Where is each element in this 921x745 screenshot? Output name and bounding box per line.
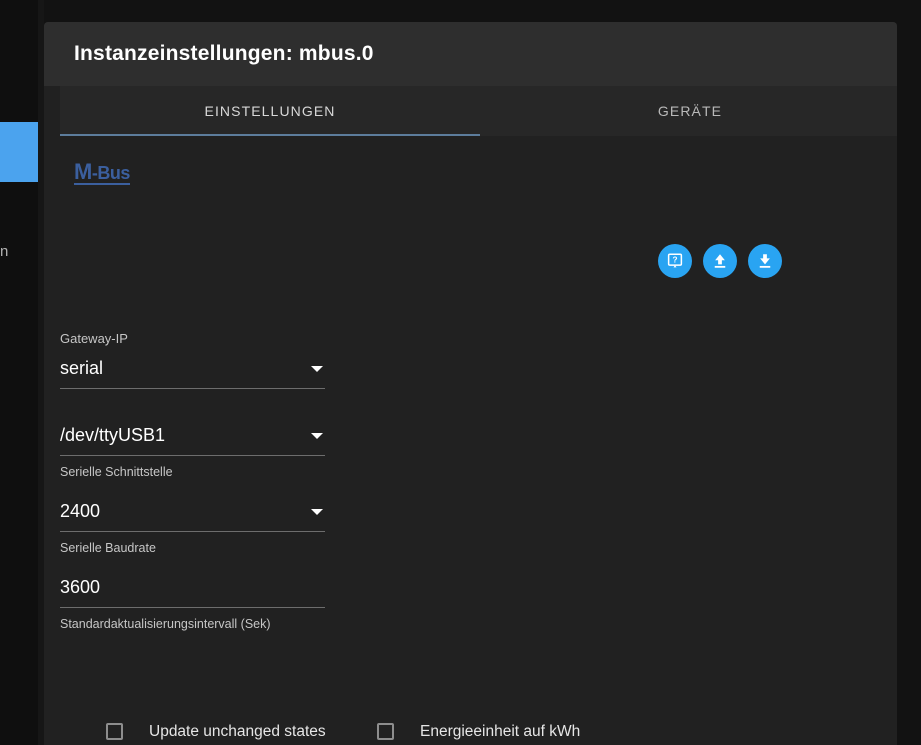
- mbus-logo-text: -Bus: [91, 162, 131, 183]
- baudrate-select[interactable]: [60, 501, 325, 532]
- field-baudrate: Serielle Baudrate: [60, 501, 325, 555]
- sidebar-item-selected[interactable]: [0, 122, 38, 182]
- gateway-ip-select[interactable]: [60, 358, 325, 389]
- action-button-group: ?: [658, 244, 782, 278]
- chevron-down-icon[interactable]: [311, 365, 323, 372]
- gateway-ip-value[interactable]: [60, 358, 270, 379]
- serial-port-value[interactable]: [60, 425, 270, 446]
- panel-header: Instanzeinstellungen: mbus.0: [44, 22, 897, 86]
- checkbox-update-unchanged-states-label: Update unchanged states: [149, 723, 326, 740]
- tab-bar: EINSTELLUNGEN GERÄTE: [60, 86, 897, 136]
- tab-settings[interactable]: EINSTELLUNGEN: [60, 86, 480, 136]
- field-gateway-ip: Gateway-IP: [60, 331, 325, 389]
- serial-port-select[interactable]: [60, 425, 325, 456]
- tab-settings-label: EINSTELLUNGEN: [204, 103, 336, 119]
- top-background-strip: [44, 0, 921, 14]
- field-serial-port: Serielle Schnittstelle: [60, 425, 325, 479]
- upload-icon: [714, 254, 726, 268]
- upload-button[interactable]: [703, 244, 737, 278]
- checkbox-box-icon[interactable]: [377, 723, 394, 740]
- help-button[interactable]: ?: [658, 244, 692, 278]
- baudrate-value[interactable]: [60, 501, 270, 522]
- instance-settings-panel: Instanzeinstellungen: mbus.0 EINSTELLUNG…: [44, 22, 897, 745]
- download-icon: [759, 254, 771, 268]
- chevron-down-icon[interactable]: [311, 432, 323, 439]
- update-interval-input[interactable]: [60, 577, 270, 598]
- page-title: Instanzeinstellungen: mbus.0: [74, 42, 374, 65]
- checkbox-energy-unit-kwh[interactable]: Energieeinheit auf kWh setzen: [345, 721, 645, 745]
- chevron-down-icon[interactable]: [311, 508, 323, 515]
- svg-text:?: ?: [672, 256, 677, 265]
- gateway-ip-label: Gateway-IP: [60, 331, 128, 346]
- field-update-interval: Standardaktualisierungsintervall (Sek): [60, 577, 325, 631]
- checkbox-box-icon[interactable]: [106, 723, 123, 740]
- update-interval-helper: Standardaktualisierungsintervall (Sek): [60, 617, 271, 631]
- checkbox-energy-unit-kwh-label: Energieeinheit auf kWh setzen: [420, 723, 581, 740]
- tab-devices-label: GERÄTE: [657, 103, 723, 119]
- mbus-logo-mark: M: [74, 159, 92, 184]
- checkbox-group: Update unchanged states Energieeinheit a…: [60, 721, 880, 745]
- app-screen: n Instanzeinstellungen: mbus.0 EINSTELLU…: [0, 0, 921, 745]
- sidebar-rail: n: [0, 0, 38, 745]
- sidebar-item-label-truncated: n: [0, 243, 9, 260]
- baudrate-helper: Serielle Baudrate: [60, 541, 156, 555]
- help-icon: ?: [667, 253, 683, 268]
- download-button[interactable]: [748, 244, 782, 278]
- tab-devices[interactable]: GERÄTE: [480, 86, 897, 136]
- settings-content: M -Bus ? Gateway-IP serial /dev/ttyUSB1 …: [44, 136, 897, 745]
- settings-form: Gateway-IP Serielle Schnittstelle: [60, 331, 880, 631]
- update-interval-input-row[interactable]: [60, 577, 325, 608]
- serial-port-helper: Serielle Schnittstelle: [60, 465, 173, 479]
- checkbox-update-unchanged-states[interactable]: Update unchanged states: [60, 721, 345, 745]
- mbus-logo: M -Bus: [74, 159, 131, 185]
